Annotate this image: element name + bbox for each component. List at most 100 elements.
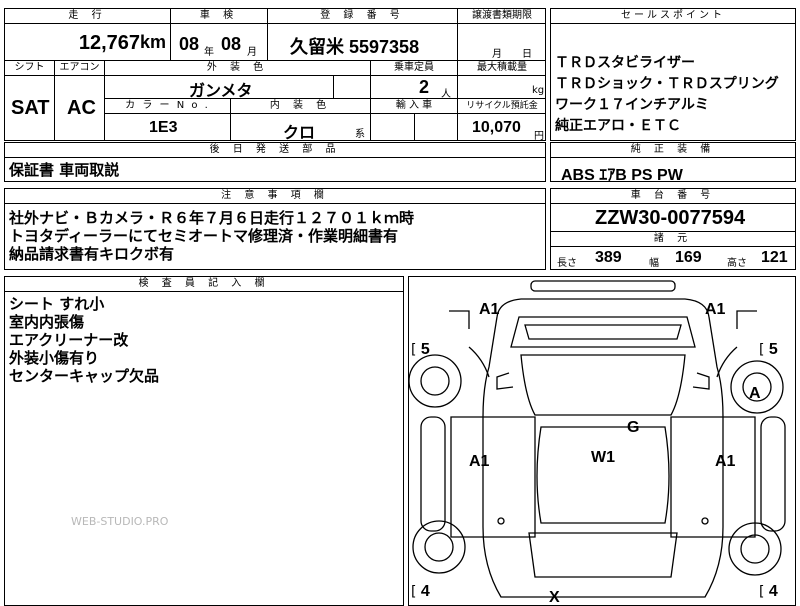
transfer-deadline-label: 譲渡書類期限	[458, 9, 546, 24]
equipment-value: ABS ｴｱB PS PW	[561, 167, 683, 184]
sales-point-item: ワーク１７インチアルミ	[555, 97, 709, 113]
interior-color-suffix: 系	[355, 129, 365, 140]
inspector-line: 外装小傷有り	[9, 349, 100, 367]
door-handle-left	[497, 517, 505, 525]
seats-label: 乗車定員	[371, 61, 458, 76]
top-info-table: 走 行 車 検 登 録 番 号 譲渡書類期限 12,767 km 08 年 08…	[4, 8, 546, 142]
exterior-color-cell: ガンメタ	[105, 75, 371, 100]
notes-label: 注 意 事 項 欄	[5, 189, 545, 204]
rear-left-tire-inner	[424, 532, 454, 562]
notes-box: 注 意 事 項 欄 社外ナビ・Ｂカメラ・Ｒ６年７月６日走行１２７０１ｋｍ時 トヨ…	[4, 188, 546, 270]
chassis-label: 車 台 番 号	[551, 189, 795, 204]
inspection-month-unit: 月	[247, 47, 257, 58]
recycle-value: 10,070	[472, 119, 521, 136]
note-line: 社外ナビ・Ｂカメラ・Ｒ６年７月６日走行１２７０１ｋｍ時	[9, 209, 415, 227]
front-left-tire-inner	[420, 366, 450, 396]
interior-color-label: 内 装 色	[231, 99, 371, 114]
mark-tire-rear-left: [ 4	[411, 583, 430, 600]
door-handle-right	[701, 517, 709, 525]
inspector-lines: シート すれ小 室内内張傷 エアクリーナー改 外装小傷有り センターキャップ欠品	[9, 295, 159, 385]
height-value: 121	[761, 249, 788, 266]
mark-left-side: A1	[469, 453, 490, 470]
inspection-year: 08	[179, 34, 200, 54]
exterior-color-label: 外 装 色	[105, 61, 371, 76]
chassis-value: ZZW30-0077594	[595, 207, 746, 229]
rear-right-tire-inner	[740, 534, 770, 564]
width-label: 幅	[649, 258, 659, 269]
seats-cell: 2 人	[371, 75, 458, 100]
mileage-cell: 12,767 km	[5, 23, 171, 61]
inspection-label: 車 検	[171, 9, 268, 24]
registration-cell: 久留米 5597358	[268, 23, 458, 61]
sales-points-label: セールスポイント	[551, 9, 795, 24]
mark-roof: W1	[591, 449, 615, 466]
sales-point-item: ＴＲＤスタビライザー	[555, 55, 695, 71]
mark-windshield: G	[627, 419, 640, 436]
parts-value: 保証書 車両取説	[9, 161, 120, 179]
mileage-label: 走 行	[5, 9, 171, 24]
interior-color-cell: クロ 系	[231, 113, 371, 142]
seats-unit: 人	[441, 89, 451, 100]
sales-point-item: 純正エアロ・ＥＴＣ	[555, 118, 681, 134]
left-door-shape	[450, 416, 536, 538]
rear-left-tire	[412, 520, 466, 574]
color-no-value: 1E3	[149, 119, 178, 136]
left-side-strip	[420, 416, 446, 532]
length-value: 389	[595, 249, 622, 266]
color-no-cell: 1E3	[105, 113, 231, 141]
max-load-cell: kg	[458, 75, 546, 99]
watermark: WEB-STUDIO.PRO	[71, 515, 169, 528]
notes-lines: 社外ナビ・Ｂカメラ・Ｒ６年７月６日走行１２７０１ｋｍ時 トヨタディーラーにてセミ…	[9, 209, 414, 263]
inspection-cell: 08 年 08 月	[171, 23, 268, 61]
recycle-unit: 円	[534, 131, 544, 142]
tire-rear-left-value: 4	[420, 583, 430, 600]
mileage-unit: km	[139, 32, 166, 52]
inspection-year-unit: 年	[204, 47, 214, 58]
shift-label: シフト	[5, 61, 55, 76]
tire-front-left-value: 5	[420, 341, 430, 358]
mileage-value: 12,767	[78, 32, 140, 54]
note-line: トヨタディーラーにてセミオートマ修理済・作業明細書有	[9, 227, 398, 245]
length-label: 長さ	[557, 258, 577, 269]
inspector-label: 検 査 員 記 入 欄	[5, 277, 403, 292]
front-left-tire	[409, 354, 462, 408]
mark-tire-front-left: [ 5	[411, 341, 430, 358]
interior-color-value: クロ	[283, 125, 316, 142]
sales-point-item: ＴＲＤショック・ＴＲＤスプリング	[555, 76, 779, 92]
tire-rear-right-value: 4	[768, 583, 778, 600]
color-no-label: カ ラ ー N o .	[105, 99, 231, 114]
width-value: 169	[675, 249, 702, 266]
parts-box: 後 日 発 送 部 品 保証書 車両取説	[4, 142, 546, 182]
max-load-unit: kg	[532, 85, 545, 96]
inspector-line: 室内内張傷	[9, 313, 85, 331]
specs-label: 諸 元	[551, 231, 795, 247]
mark-front-left: A1	[479, 301, 500, 318]
import-label: 輸 入 車	[371, 99, 458, 114]
note-line: 納品請求書有キロクボ有	[9, 245, 175, 263]
inspection-month: 08	[221, 34, 242, 54]
mark-front-right: A1	[705, 301, 726, 318]
height-label: 高さ	[727, 258, 747, 269]
registration-value: 久留米 5597358	[290, 37, 420, 57]
inspector-box: 検 査 員 記 入 欄 シート すれ小 室内内張傷 エアクリーナー改 外装小傷有…	[4, 276, 404, 606]
chassis-box: 車 台 番 号 ZZW30-0077594 諸 元 長さ 389 幅 169 高…	[550, 188, 796, 270]
inspector-line: エアクリーナー改	[9, 331, 129, 349]
tire-front-right-value: 5	[768, 341, 778, 358]
mark-rear: X	[549, 589, 560, 606]
inspector-line: シート すれ小	[9, 295, 105, 313]
mark-tire-front-right: [ 5	[759, 341, 778, 358]
mirrors	[496, 372, 710, 390]
registration-label: 登 録 番 号	[268, 9, 458, 24]
front-corner-right	[736, 310, 757, 329]
right-door-shape	[670, 416, 756, 538]
equipment-label: 純 正 装 備	[551, 143, 795, 158]
seats-value: 2	[419, 77, 430, 97]
mark-tire-rear-right: [ 4	[759, 583, 778, 600]
mark-right-side: A1	[715, 453, 736, 470]
roof-shape	[536, 426, 670, 524]
sales-points-list: ＴＲＤスタビライザー ＴＲＤショック・ＴＲＤスプリング ワーク１７インチアルミ …	[555, 53, 795, 137]
car-diagram-box: A1 A1 [ 5 [ 5 A G W1 A1 A1 [ 4 [ 4 X	[408, 276, 796, 606]
front-corner-left	[449, 310, 470, 329]
equipment-box: 純 正 装 備 ABS ｴｱB PS PW	[550, 142, 796, 184]
max-load-label: 最大積載量	[458, 61, 546, 76]
